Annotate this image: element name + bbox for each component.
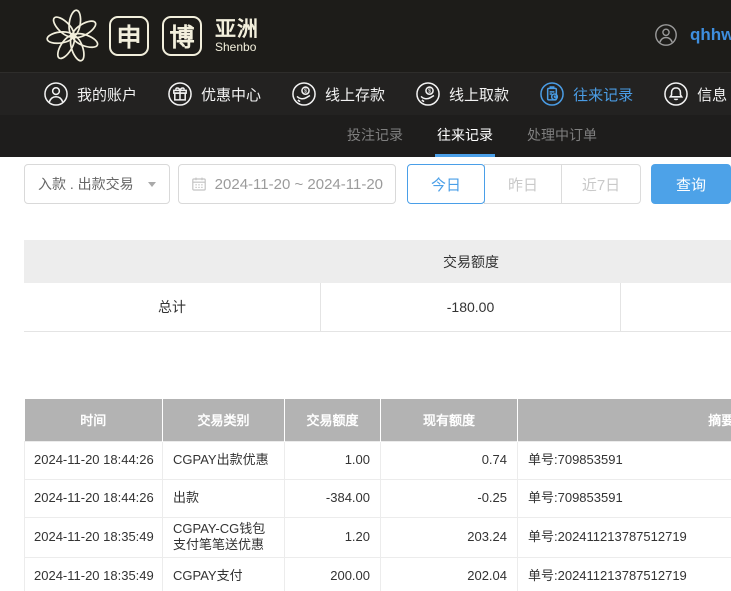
nav-item-promotions[interactable]: 优惠中心 xyxy=(167,81,261,107)
cell-balance: 202.04 xyxy=(380,557,518,591)
user-icon xyxy=(44,82,68,106)
summary-header-amount: 交易额度 xyxy=(443,253,499,270)
summary-header-row: 交易额度 xyxy=(24,240,731,283)
cell-type: 出款 xyxy=(162,478,285,518)
bell-icon xyxy=(664,82,688,106)
logo-char-shen: 申 xyxy=(109,16,149,56)
date-range-input[interactable]: 2024-11-20 ~ 2024-11-20 xyxy=(177,164,396,204)
nav-label: 信息 xyxy=(697,86,728,104)
cell-amount: 200.00 xyxy=(284,557,381,591)
nav-label: 我的账户 xyxy=(77,86,138,104)
summary-total-row: 总计 -180.00 xyxy=(24,283,731,332)
transactions-table: 时间 交易类别 交易额度 现有额度 摘要 2024-11-20 18:44:26… xyxy=(24,399,731,591)
user-avatar-icon xyxy=(655,24,677,46)
cell-amount: -384.00 xyxy=(284,478,381,518)
logo-char-bo: 博 xyxy=(162,16,202,56)
table-row: 2024-11-20 18:44:26 出款 -384.00 -0.25 单号:… xyxy=(24,478,731,518)
col-header-type: 交易类别 xyxy=(162,399,285,441)
last7days-button[interactable]: 近7日 xyxy=(561,164,641,204)
cell-time: 2024-11-20 18:35:49 xyxy=(24,516,163,559)
cell-amount: 1.20 xyxy=(284,516,381,559)
cell-summary: 单号:709853591 xyxy=(517,440,731,480)
chevron-down-icon xyxy=(147,181,156,187)
cell-type: CGPAY-CG钱包支付笔笔送优惠 xyxy=(162,516,285,559)
filter-bar: 入款 . 出款交易 2024-11-20 ~ 2024-11-20 今日 昨日 … xyxy=(0,157,731,204)
col-header-time: 时间 xyxy=(24,399,163,441)
deposit-icon: $ xyxy=(292,82,316,106)
cell-type: CGPAY出款优惠 xyxy=(162,440,285,480)
col-header-balance: 现有额度 xyxy=(380,399,518,441)
cell-time: 2024-11-20 18:35:49 xyxy=(24,557,163,591)
tab-transaction-records[interactable]: 往来记录 xyxy=(435,115,495,157)
gift-icon xyxy=(168,82,192,106)
nav-label: 往来记录 xyxy=(573,86,634,104)
sub-tabs: 投注记录 往来记录 处理中订单 xyxy=(0,115,731,157)
logo-region-cn: 亚洲 xyxy=(215,17,259,41)
site-logo[interactable]: 申 博 亚洲 Shenbo xyxy=(45,8,259,64)
logo-region-en: Shenbo xyxy=(215,39,257,54)
yesterday-button[interactable]: 昨日 xyxy=(484,164,562,204)
summary-total-value: -180.00 xyxy=(321,283,621,331)
table-row: 2024-11-20 18:35:49 CGPAY支付 200.00 202.0… xyxy=(24,557,731,591)
tab-bet-records[interactable]: 投注记录 xyxy=(345,115,405,157)
search-button[interactable]: 查询 xyxy=(651,164,731,204)
nav-item-deposit[interactable]: $ 线上存款 xyxy=(291,81,385,107)
cell-time: 2024-11-20 18:44:26 xyxy=(24,440,163,480)
date-range-value: 2024-11-20 ~ 2024-11-20 xyxy=(214,175,383,193)
cell-balance: 203.24 xyxy=(380,516,518,559)
table-row: 2024-11-20 18:44:26 CGPAY出款优惠 1.00 0.74 … xyxy=(24,440,731,480)
top-header: 申 博 亚洲 Shenbo qhhw xyxy=(0,0,731,72)
nav-item-transaction-records[interactable]: 往来记录 xyxy=(539,81,633,107)
nav-label: 线上取款 xyxy=(449,86,510,104)
flower-logo-icon xyxy=(46,9,99,62)
nav-label: 线上存款 xyxy=(325,86,386,104)
page: 申 博 亚洲 Shenbo qhhw 我的账户 优惠中心 $ 线上存款 $ 线上… xyxy=(0,0,731,591)
quick-date-group: 今日 昨日 近7日 xyxy=(407,164,641,204)
main-nav: 我的账户 优惠中心 $ 线上存款 $ 线上取款 往来记录 信息 xyxy=(0,72,731,115)
summary-total-label: 总计 xyxy=(24,283,321,331)
table-row: 2024-11-20 18:35:49 CGPAY-CG钱包支付笔笔送优惠 1.… xyxy=(24,516,731,559)
cell-balance: 0.74 xyxy=(380,440,518,480)
nav-item-messages[interactable]: 信息 xyxy=(663,81,727,107)
cell-amount: 1.00 xyxy=(284,440,381,480)
today-button[interactable]: 今日 xyxy=(407,164,485,204)
nav-item-my-account[interactable]: 我的账户 xyxy=(43,81,137,107)
calendar-icon xyxy=(191,177,206,191)
cell-type: CGPAY支付 xyxy=(162,557,285,591)
username-text: qhhw xyxy=(690,25,731,44)
summary-table: 交易额度 总计 -180.00 xyxy=(24,240,731,332)
tab-processing-orders[interactable]: 处理中订单 xyxy=(525,115,599,157)
cell-summary: 单号:202411213787512719 xyxy=(517,516,731,559)
summary-total-empty xyxy=(621,283,731,331)
nav-label: 优惠中心 xyxy=(201,86,262,104)
cell-summary: 单号:202411213787512719 xyxy=(517,557,731,591)
nav-item-withdraw[interactable]: $ 线上取款 xyxy=(415,81,509,107)
transaction-type-value: 入款 . 出款交易 xyxy=(38,176,134,192)
logo-region: 亚洲 Shenbo xyxy=(215,17,259,54)
cell-summary: 单号:709853591 xyxy=(517,478,731,518)
cell-time: 2024-11-20 18:44:26 xyxy=(24,478,163,518)
records-icon xyxy=(540,82,564,106)
table-header-row: 时间 交易类别 交易额度 现有额度 摘要 xyxy=(24,399,731,441)
cell-balance: -0.25 xyxy=(380,478,518,518)
col-header-amount: 交易额度 xyxy=(284,399,381,441)
withdraw-icon: $ xyxy=(416,82,440,106)
col-header-summary: 摘要 xyxy=(517,399,731,441)
user-account[interactable]: qhhw xyxy=(654,23,731,47)
transaction-type-select[interactable]: 入款 . 出款交易 xyxy=(24,164,170,204)
